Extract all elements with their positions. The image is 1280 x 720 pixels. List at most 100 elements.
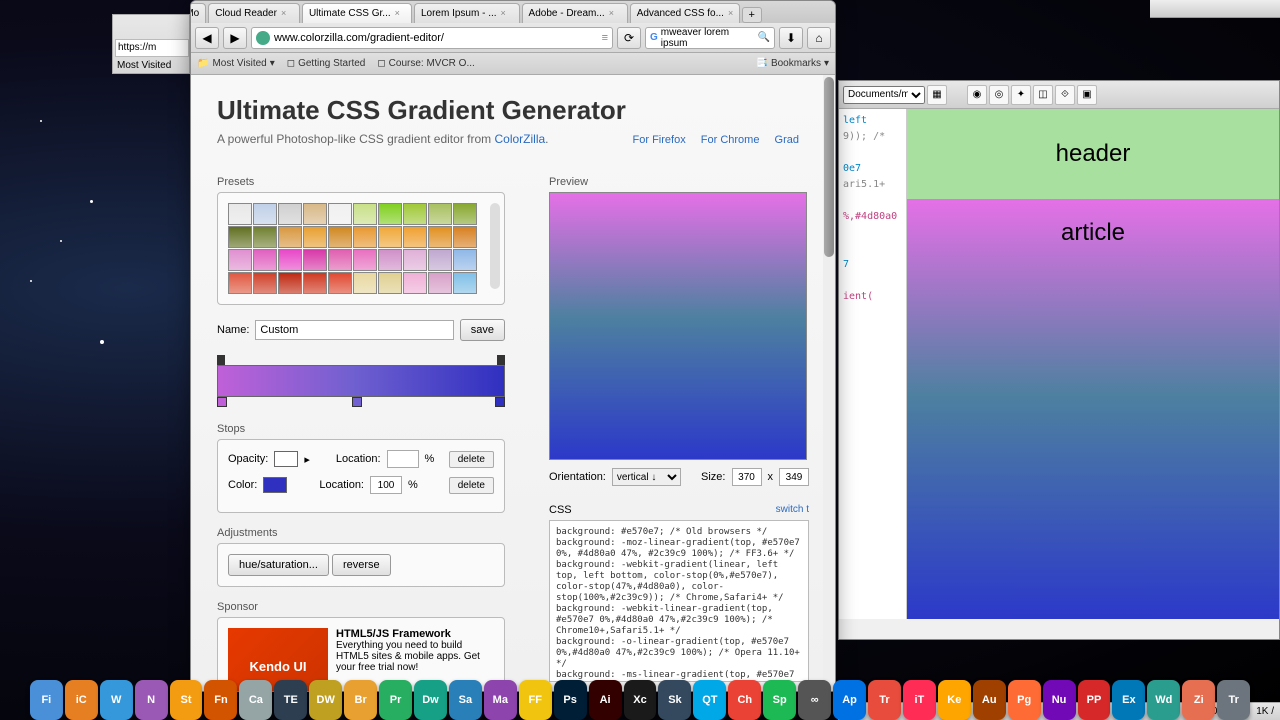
dw-tool-icon[interactable]: ◎ bbox=[989, 85, 1009, 105]
search-bar[interactable]: G mweaver lorem ipsum 🔍 bbox=[645, 27, 775, 49]
preset-swatch[interactable] bbox=[403, 272, 427, 294]
dock-app[interactable]: Tr bbox=[868, 680, 901, 720]
dw-path-select[interactable]: Documents/meri... bbox=[843, 86, 925, 104]
dock-app[interactable]: ∞ bbox=[798, 680, 831, 720]
preset-swatch[interactable] bbox=[428, 272, 452, 294]
dock-app[interactable]: Xc bbox=[624, 680, 657, 720]
dock-app[interactable]: Ca bbox=[239, 680, 272, 720]
home-button[interactable]: ⌂ bbox=[807, 27, 831, 49]
preset-swatch[interactable] bbox=[228, 203, 252, 225]
browser-tab[interactable]: Lorem Ipsum - ...× bbox=[414, 3, 520, 23]
scrollbar[interactable] bbox=[823, 75, 835, 692]
dock-app[interactable]: FF bbox=[519, 680, 552, 720]
dock-app[interactable]: Ma bbox=[484, 680, 517, 720]
dock-app[interactable]: Fi bbox=[30, 680, 63, 720]
preset-swatch[interactable] bbox=[453, 203, 477, 225]
dock-app[interactable]: Br bbox=[344, 680, 377, 720]
tab-close-icon[interactable]: × bbox=[501, 8, 513, 20]
opacity-stop[interactable] bbox=[497, 355, 505, 365]
dock-app[interactable]: iC bbox=[65, 680, 98, 720]
preset-swatch[interactable] bbox=[428, 226, 452, 248]
reload-button[interactable]: ⟳ bbox=[617, 27, 641, 49]
css-output[interactable]: background: #e570e7; /* Old browsers */ … bbox=[549, 520, 809, 682]
bookmarks-menu[interactable]: 📑 Bookmarks ▾ bbox=[756, 58, 830, 69]
gradient-bar[interactable] bbox=[217, 365, 505, 397]
orientation-select[interactable]: vertical ↓ bbox=[612, 468, 681, 486]
tab-close-icon[interactable]: × bbox=[609, 8, 621, 20]
dock-app[interactable]: Sk bbox=[658, 680, 691, 720]
preset-swatch[interactable] bbox=[328, 272, 352, 294]
dock-app[interactable]: QT bbox=[693, 680, 726, 720]
size-height-input[interactable] bbox=[779, 468, 809, 486]
color-stop[interactable] bbox=[495, 397, 505, 407]
url-bar[interactable]: www.colorzilla.com/gradient-editor/ ≡ bbox=[251, 27, 613, 49]
download-button[interactable]: ⬇ bbox=[779, 27, 803, 49]
preset-swatch[interactable] bbox=[253, 249, 277, 271]
dock-app[interactable]: Wd bbox=[1147, 680, 1180, 720]
preset-swatch[interactable] bbox=[328, 203, 352, 225]
css-switch-link[interactable]: switch t bbox=[776, 504, 809, 516]
color-stop[interactable] bbox=[352, 397, 362, 407]
bookmark-getting-started[interactable]: ◻ Getting Started bbox=[287, 58, 366, 69]
preset-swatch[interactable] bbox=[303, 272, 327, 294]
dock-app[interactable]: Ap bbox=[833, 680, 866, 720]
forward-button[interactable]: ▶ bbox=[223, 27, 247, 49]
preset-swatch[interactable] bbox=[278, 226, 302, 248]
dw-tool-icon[interactable]: ✦ bbox=[1011, 85, 1031, 105]
opacity-stop[interactable] bbox=[217, 355, 225, 365]
preset-swatch[interactable] bbox=[328, 249, 352, 271]
preset-swatch[interactable] bbox=[303, 226, 327, 248]
hue-saturation-button[interactable]: hue/saturation... bbox=[228, 554, 329, 576]
reverse-button[interactable]: reverse bbox=[332, 554, 391, 576]
color-stop[interactable] bbox=[217, 397, 227, 407]
name-input[interactable] bbox=[255, 320, 453, 340]
dock-app[interactable]: iT bbox=[903, 680, 936, 720]
preset-swatch[interactable] bbox=[303, 203, 327, 225]
dock-app[interactable]: Zi bbox=[1182, 680, 1215, 720]
dw-design-panel[interactable]: header article bbox=[907, 109, 1279, 619]
new-tab-button[interactable]: + bbox=[742, 7, 762, 23]
tab-close-icon[interactable]: × bbox=[728, 8, 733, 20]
dock-app[interactable]: DW bbox=[309, 680, 342, 720]
preset-swatch[interactable] bbox=[428, 249, 452, 271]
delete-color-stop-button[interactable]: delete bbox=[449, 477, 494, 494]
dw-code-panel[interactable]: left 9)); /* 0e7 ari5.1+ %,#4d80a0 7 ien… bbox=[839, 109, 907, 619]
search-icon[interactable]: 🔍 bbox=[758, 32, 770, 43]
dock-app[interactable]: Ai bbox=[589, 680, 622, 720]
preset-swatch[interactable] bbox=[353, 272, 377, 294]
bookmark-most-visited[interactable]: 📁 Most Visited ▾ bbox=[197, 58, 275, 69]
tab-close-icon[interactable]: × bbox=[281, 8, 293, 20]
preset-swatch[interactable] bbox=[353, 249, 377, 271]
dock-app[interactable]: Fn bbox=[204, 680, 237, 720]
preset-swatch[interactable] bbox=[328, 226, 352, 248]
bookmark-course[interactable]: ◻ Course: MVCR O... bbox=[377, 58, 474, 69]
dock-app[interactable]: Sa bbox=[449, 680, 482, 720]
preset-swatch[interactable] bbox=[378, 226, 402, 248]
preset-swatch[interactable] bbox=[278, 249, 302, 271]
dock-app[interactable]: Ex bbox=[1112, 680, 1145, 720]
browser-tab-active[interactable]: Ultimate CSS Gr...× bbox=[302, 3, 412, 23]
dock-app[interactable]: St bbox=[170, 680, 203, 720]
tab-close-icon[interactable]: × bbox=[395, 8, 405, 20]
preset-swatch[interactable] bbox=[378, 272, 402, 294]
preset-swatch[interactable] bbox=[403, 226, 427, 248]
presets-scrollbar[interactable] bbox=[490, 203, 500, 289]
dw-tool-icon[interactable]: ◉ bbox=[967, 85, 987, 105]
preset-swatch[interactable] bbox=[403, 203, 427, 225]
dock-app[interactable]: Ch bbox=[728, 680, 761, 720]
preset-swatch[interactable] bbox=[428, 203, 452, 225]
colorzilla-link[interactable]: ColorZilla bbox=[494, 132, 545, 146]
preset-swatch[interactable] bbox=[253, 203, 277, 225]
color-location-input[interactable] bbox=[370, 476, 402, 494]
gradient-editor[interactable] bbox=[217, 355, 505, 411]
gradients-link[interactable]: Grad bbox=[775, 134, 799, 146]
dw-tool-icon[interactable]: ⟐ bbox=[1055, 85, 1075, 105]
browser-tab[interactable]: Adobe - Dream...× bbox=[522, 3, 628, 23]
browser-tab[interactable]: Cloud Reader× bbox=[208, 3, 300, 23]
dock-app[interactable]: Ps bbox=[554, 680, 587, 720]
back-button[interactable]: ◀ bbox=[195, 27, 219, 49]
dw-tool-icon[interactable]: ▣ bbox=[1077, 85, 1097, 105]
browser-tab[interactable]: Advanced CSS fo...× bbox=[630, 3, 740, 23]
preset-swatch[interactable] bbox=[453, 226, 477, 248]
dock-app[interactable]: Sp bbox=[763, 680, 796, 720]
